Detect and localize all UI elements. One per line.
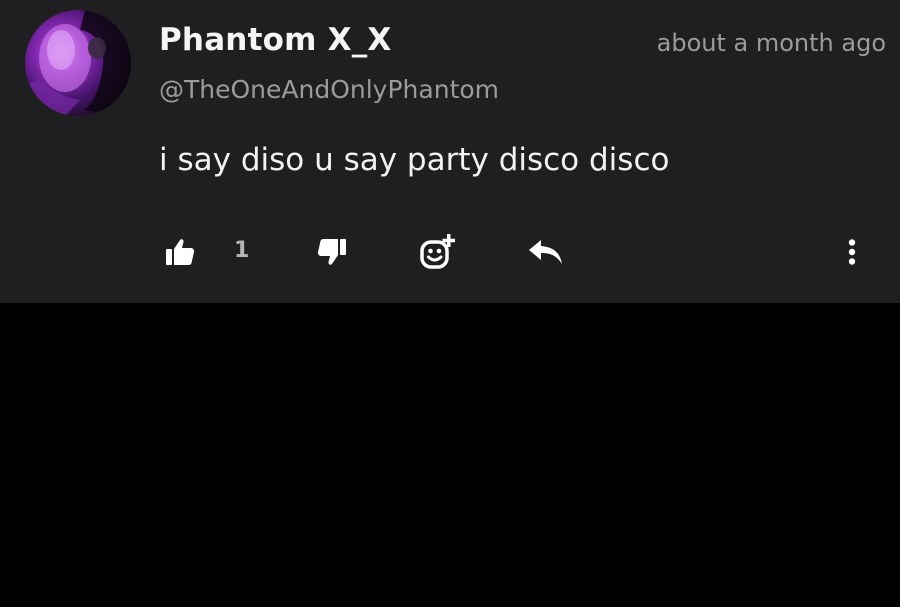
- reply-button[interactable]: [525, 234, 567, 270]
- more-options-button[interactable]: [836, 232, 868, 272]
- add-reaction-button[interactable]: [416, 231, 460, 273]
- thumbs-down-icon: [317, 239, 346, 265]
- reply-arrow-icon: [529, 240, 562, 264]
- author-name[interactable]: Phantom X_X: [159, 22, 392, 58]
- dislike-button[interactable]: [312, 234, 352, 270]
- comment-text: i say diso u say party disco disco: [159, 142, 670, 178]
- like-count: 1: [234, 238, 250, 263]
- comment-timestamp: about a month ago: [656, 29, 886, 57]
- more-vertical-icon: [848, 239, 856, 265]
- avatar-image: [25, 10, 131, 116]
- comment-card: Phantom X_X about a month ago @TheOneAnd…: [0, 0, 900, 303]
- like-button[interactable]: [160, 234, 200, 270]
- add-reaction-icon: [420, 234, 455, 269]
- author-avatar[interactable]: [25, 10, 131, 116]
- thumbs-up-icon: [166, 239, 195, 265]
- author-handle[interactable]: @TheOneAndOnlyPhantom: [159, 75, 499, 104]
